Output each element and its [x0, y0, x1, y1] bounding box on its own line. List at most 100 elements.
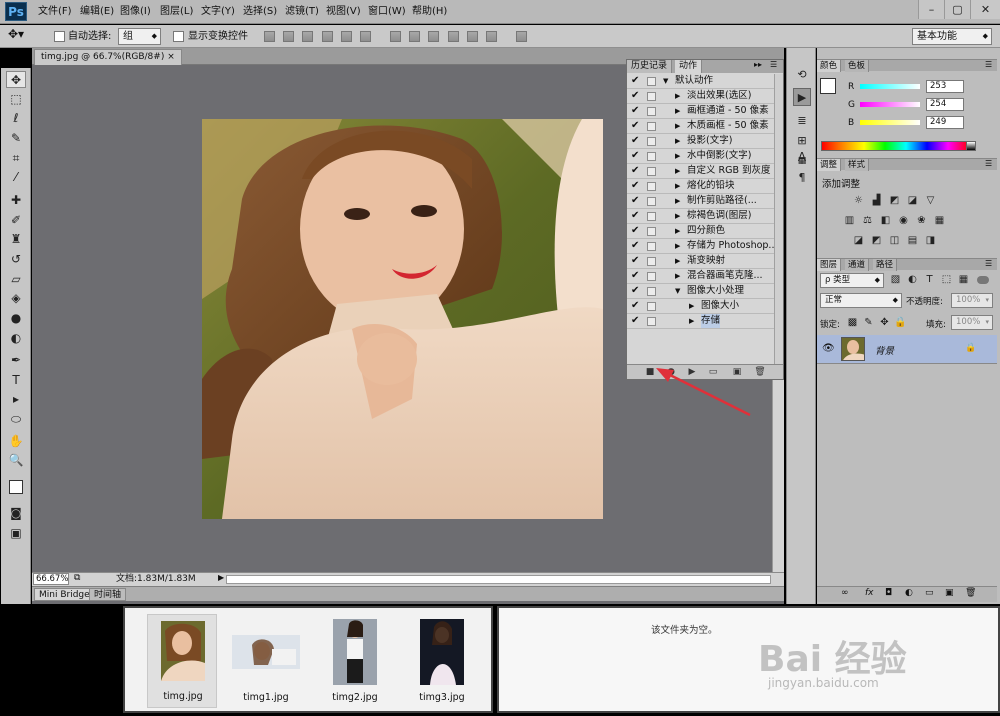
lock-transparent-icon[interactable]: ▩	[846, 317, 859, 329]
hand-tool-icon[interactable]: ✋	[6, 433, 26, 450]
align-right-icon[interactable]	[360, 31, 371, 42]
hue-sat-icon[interactable]: ▥	[843, 215, 856, 227]
gradient-map-icon[interactable]: ▤	[906, 235, 919, 247]
filter-adjust-icon[interactable]: ◐	[906, 274, 919, 286]
invert-icon[interactable]: ◪	[852, 235, 865, 247]
filter-toggle[interactable]	[977, 276, 989, 284]
action-row[interactable]: ✔ ▶ 熔化的铅块	[627, 179, 774, 194]
collapse-triangle-icon[interactable]: ▶	[675, 164, 680, 178]
action-row[interactable]: ✔ ▼ 图像大小处理	[627, 284, 774, 299]
actions-scrollbar[interactable]	[774, 74, 783, 364]
panel-options-icon[interactable]: ☰	[985, 60, 992, 69]
menu-help[interactable]: 帮助(H)	[412, 5, 447, 19]
workspace-combo[interactable]: 基本功能 ◆	[912, 28, 992, 45]
curves-icon[interactable]: ◩	[888, 195, 901, 207]
type-tool-icon[interactable]: T	[6, 372, 26, 389]
zoom-field[interactable]: 66.67%	[33, 573, 69, 585]
canvas-horizontal-scrollbar[interactable]	[226, 575, 771, 584]
delete-layer-icon[interactable]: 🗑	[965, 588, 976, 598]
lock-image-icon[interactable]: ✎	[862, 317, 875, 329]
action-row[interactable]: ✔ ▶ 淡出效果(选区)	[627, 89, 774, 104]
dialog-toggle-icon[interactable]	[647, 137, 656, 146]
action-row[interactable]: ✔ ▶ 投影(文字)	[627, 134, 774, 149]
check-icon[interactable]: ✔	[631, 119, 641, 133]
healing-brush-tool-icon[interactable]: ✚	[6, 192, 26, 209]
move-tool-icon[interactable]: ✥▾	[8, 28, 24, 41]
blend-mode-combo[interactable]: 正常 ◆	[820, 293, 902, 308]
shape-tool-icon[interactable]: ⬭	[6, 411, 26, 428]
color-lookup-icon[interactable]: ▦	[933, 215, 946, 227]
align-bottom-icon[interactable]	[302, 31, 313, 42]
menu-window[interactable]: 窗口(W)	[368, 5, 406, 19]
check-icon[interactable]: ✔	[631, 299, 641, 313]
collapse-triangle-icon[interactable]: ▶	[675, 149, 680, 163]
color-spectrum-bar[interactable]	[821, 141, 970, 151]
show-transform-checkbox[interactable]	[173, 31, 184, 42]
lasso-tool-icon[interactable]: ℓ	[6, 110, 26, 127]
document-image[interactable]	[202, 119, 603, 519]
dialog-toggle-icon[interactable]	[647, 167, 656, 176]
collapse-triangle-icon[interactable]: ▶	[675, 179, 680, 193]
dialog-toggle-icon[interactable]	[647, 287, 656, 296]
expand-triangle-icon[interactable]: ▼	[663, 74, 668, 88]
distribute-bottom-icon[interactable]	[428, 31, 439, 42]
collapse-triangle-icon[interactable]: ▶	[675, 89, 680, 103]
eraser-tool-icon[interactable]: ▱	[6, 271, 26, 288]
color-fg-swatch[interactable]	[820, 78, 836, 94]
close-icon[interactable]: ×	[167, 52, 175, 62]
link-layers-icon[interactable]: ∞	[841, 588, 849, 598]
dialog-toggle-icon[interactable]	[647, 107, 656, 116]
distribute-hcenter-icon[interactable]	[467, 31, 478, 42]
marquee-tool-icon[interactable]: ⬚	[6, 91, 26, 108]
dialog-toggle-icon[interactable]	[647, 77, 656, 86]
path-select-tool-icon[interactable]: ▸	[6, 391, 26, 408]
tab-timeline[interactable]: 时间轴	[89, 588, 127, 601]
action-row[interactable]: ✔ ▶ 画框通道 - 50 像素	[627, 104, 774, 119]
collapse-triangle-icon[interactable]: ▶	[675, 119, 680, 133]
check-icon[interactable]: ✔	[631, 134, 641, 148]
expand-triangle-icon[interactable]: ▼	[675, 284, 680, 298]
blur-tool-icon[interactable]: ●	[6, 310, 26, 327]
menu-view[interactable]: 视图(V)	[326, 5, 361, 19]
levels-icon[interactable]: ▟	[870, 195, 883, 207]
filter-type-icon[interactable]: T	[923, 274, 936, 286]
action-row[interactable]: ✔ ▶ 制作剪贴路径(...	[627, 194, 774, 209]
action-row[interactable]: ✔ ▶ 自定义 RGB 到灰度	[627, 164, 774, 179]
action-row[interactable]: ✔ ▶ 四分颜色	[627, 224, 774, 239]
auto-align-icon[interactable]	[516, 31, 527, 42]
distribute-right-icon[interactable]	[486, 31, 497, 42]
close-button[interactable]: ✕	[970, 0, 1000, 19]
tab-actions[interactable]: 动作	[675, 60, 703, 73]
check-icon[interactable]: ✔	[631, 164, 641, 178]
color-bw-ramp[interactable]	[966, 141, 976, 151]
collapse-triangle-icon[interactable]: ▶	[675, 269, 680, 283]
lock-all-icon[interactable]: 🔒	[894, 317, 907, 329]
action-set-row[interactable]: ✔ ▼ 默认动作	[627, 74, 774, 89]
document-tab[interactable]: timg.jpg @ 66.7%(RGB/8#) ×	[34, 49, 182, 65]
align-left-icon[interactable]	[322, 31, 333, 42]
maximize-button[interactable]: ▢	[944, 0, 970, 19]
collapse-triangle-icon[interactable]: ▶	[675, 104, 680, 118]
brush-presets-icon[interactable]: ≣	[793, 112, 811, 130]
history-panel-icon[interactable]: ⟲	[793, 66, 811, 84]
action-row[interactable]: ✔ ▶ 混合器画笔克隆...	[627, 269, 774, 284]
pen-tool-icon[interactable]: ✒	[6, 352, 26, 369]
tab-layers[interactable]: 图层	[817, 259, 842, 271]
menu-edit[interactable]: 编辑(E)	[80, 5, 114, 19]
menu-select[interactable]: 选择(S)	[243, 5, 277, 19]
check-icon[interactable]: ✔	[631, 254, 641, 268]
input-b[interactable]: 249	[926, 116, 964, 129]
panel-options-icon[interactable]: ☰	[985, 159, 992, 168]
zoom-tool-icon[interactable]: 🔍	[6, 452, 26, 469]
dialog-toggle-icon[interactable]	[647, 197, 656, 206]
collapse-triangle-icon[interactable]: ▶	[689, 299, 694, 313]
tab-history[interactable]: 历史记录	[627, 60, 673, 73]
dialog-toggle-icon[interactable]	[647, 92, 656, 101]
move-tool-icon[interactable]: ✥	[6, 71, 26, 88]
check-icon[interactable]: ✔	[631, 179, 641, 193]
history-brush-tool-icon[interactable]: ↺	[6, 251, 26, 268]
input-r[interactable]: 253	[926, 80, 964, 93]
dodge-tool-icon[interactable]: ◐	[6, 330, 26, 347]
check-icon[interactable]: ✔	[631, 74, 641, 88]
layer-filter-combo[interactable]: ρ 类型 ◆	[820, 273, 884, 288]
